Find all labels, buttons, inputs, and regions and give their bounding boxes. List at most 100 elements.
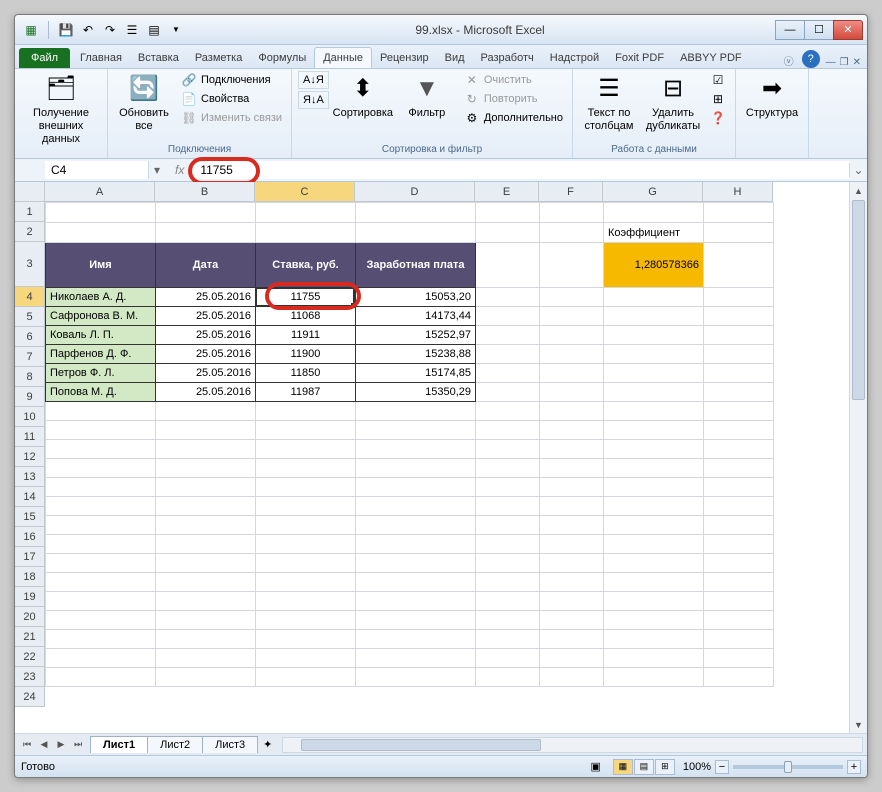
row-header-6[interactable]: 6	[15, 327, 45, 347]
row-header-15[interactable]: 15	[15, 507, 45, 527]
sub-close-icon[interactable]: ✕	[853, 57, 861, 68]
cell-salary[interactable]: 14173,44	[356, 307, 476, 326]
header-salary[interactable]: Заработная плата	[356, 243, 476, 288]
tab-developer[interactable]: Разработч	[473, 48, 542, 68]
outline-button[interactable]: ➡ Структура	[742, 71, 802, 122]
cell-rate[interactable]: 11987	[256, 383, 356, 402]
row-header-12[interactable]: 12	[15, 447, 45, 467]
tab-abbyy[interactable]: ABBYY PDF	[672, 48, 750, 68]
cell-name[interactable]: Сафронова В. М.	[46, 307, 156, 326]
sub-restore-icon[interactable]: ❐	[840, 57, 849, 68]
edit-links-button[interactable]: ⛓Изменить связи	[178, 109, 285, 127]
tab-view[interactable]: Вид	[437, 48, 473, 68]
cell-rate[interactable]: 11900	[256, 345, 356, 364]
scroll-up-icon[interactable]: ▲	[850, 182, 867, 199]
row-header-21[interactable]: 21	[15, 627, 45, 647]
fx-icon[interactable]: fx	[169, 163, 190, 177]
sort-za-button[interactable]: Я↓А	[298, 91, 329, 109]
header-name[interactable]: Имя	[46, 243, 156, 288]
cell-rate[interactable]: 11911	[256, 326, 356, 345]
page-break-view-button[interactable]: ⊞	[655, 759, 675, 775]
sheet-prev-icon[interactable]: ◀	[36, 739, 52, 750]
sheet-last-icon[interactable]: ⏭	[70, 739, 86, 750]
row-header-5[interactable]: 5	[15, 307, 45, 327]
col-header-G[interactable]: G	[603, 182, 703, 202]
ribbon-collapse-icon[interactable]: ⓥ	[784, 53, 794, 68]
col-header-A[interactable]: A	[45, 182, 155, 202]
minimize-button[interactable]: —	[775, 20, 805, 40]
cell-salary[interactable]: 15238,88	[356, 345, 476, 364]
cell-date[interactable]: 25.05.2016	[156, 383, 256, 402]
redo-icon[interactable]: ↷	[102, 22, 118, 38]
sub-min-icon[interactable]: —	[826, 57, 836, 68]
macro-icon[interactable]: ▣	[590, 760, 600, 773]
name-box[interactable]: C4	[45, 161, 149, 179]
cell-rate[interactable]: 11850	[256, 364, 356, 383]
header-date[interactable]: Дата	[156, 243, 256, 288]
tab-foxit[interactable]: Foxit PDF	[607, 48, 672, 68]
file-tab[interactable]: Файл	[19, 48, 70, 68]
save-icon[interactable]: 💾	[58, 22, 74, 38]
row-header-4[interactable]: 4	[15, 287, 45, 307]
tab-layout[interactable]: Разметка	[187, 48, 251, 68]
qat-icon-2[interactable]: ▤	[146, 22, 162, 38]
undo-icon[interactable]: ↶	[80, 22, 96, 38]
zoom-in-button[interactable]: +	[847, 760, 861, 774]
get-external-data-button[interactable]: 🗂 Получение внешних данных	[21, 71, 101, 149]
horizontal-scrollbar[interactable]	[282, 737, 863, 753]
expand-formula-bar-icon[interactable]: ⌄	[849, 163, 867, 177]
zoom-slider[interactable]	[733, 765, 843, 769]
sort-button[interactable]: ⬍ Сортировка	[333, 71, 393, 122]
clear-filter-button[interactable]: ✕Очистить	[461, 71, 566, 89]
page-layout-view-button[interactable]: ▤	[634, 759, 654, 775]
name-box-dropdown-icon[interactable]: ▾	[149, 163, 165, 177]
qat-dropdown-icon[interactable]: ▼	[168, 22, 184, 38]
cell-date[interactable]: 25.05.2016	[156, 345, 256, 364]
row-header-9[interactable]: 9	[15, 387, 45, 407]
row-header-1[interactable]: 1	[15, 202, 45, 222]
tab-data[interactable]: Данные	[314, 47, 372, 68]
consolidate-button[interactable]: ⊞	[707, 90, 729, 108]
add-sheet-icon[interactable]: ✦	[257, 738, 278, 751]
refresh-all-button[interactable]: 🔄 Обновить все	[114, 71, 174, 135]
row-header-18[interactable]: 18	[15, 567, 45, 587]
coefficient-label[interactable]: Коэффициент	[604, 223, 704, 243]
cell-name[interactable]: Петров Ф. Л.	[46, 364, 156, 383]
row-header-23[interactable]: 23	[15, 667, 45, 687]
cell-name[interactable]: Попова М. Д.	[46, 383, 156, 402]
filter-button[interactable]: ▼ Фильтр	[397, 71, 457, 122]
zoom-out-button[interactable]: −	[715, 760, 729, 774]
row-header-24[interactable]: 24	[15, 687, 45, 707]
connections-button[interactable]: 🔗Подключения	[178, 71, 285, 89]
col-header-E[interactable]: E	[475, 182, 539, 202]
scroll-down-icon[interactable]: ▼	[850, 716, 867, 733]
row-header-10[interactable]: 10	[15, 407, 45, 427]
cell-date[interactable]: 25.05.2016	[156, 364, 256, 383]
row-header-14[interactable]: 14	[15, 487, 45, 507]
text-to-columns-button[interactable]: ☰ Текст по столбцам	[579, 71, 639, 135]
col-header-D[interactable]: D	[355, 182, 475, 202]
col-header-F[interactable]: F	[539, 182, 603, 202]
row-header-20[interactable]: 20	[15, 607, 45, 627]
row-header-8[interactable]: 8	[15, 367, 45, 387]
cell-name[interactable]: Парфенов Д. Ф.	[46, 345, 156, 364]
cell-name[interactable]: Николаев А. Д.	[46, 288, 156, 307]
row-header-7[interactable]: 7	[15, 347, 45, 367]
select-all-corner[interactable]	[15, 182, 45, 202]
row-header-13[interactable]: 13	[15, 467, 45, 487]
sort-az-button[interactable]: А↓Я	[298, 71, 329, 89]
row-header-19[interactable]: 19	[15, 587, 45, 607]
row-header-22[interactable]: 22	[15, 647, 45, 667]
row-header-11[interactable]: 11	[15, 427, 45, 447]
col-header-H[interactable]: H	[703, 182, 773, 202]
cell-rate[interactable]: 11755	[256, 288, 356, 307]
tab-insert[interactable]: Вставка	[130, 48, 187, 68]
tab-formulas[interactable]: Формулы	[250, 48, 314, 68]
sheet-next-icon[interactable]: ▶	[53, 739, 69, 750]
cell-salary[interactable]: 15053,20	[356, 288, 476, 307]
cell-salary[interactable]: 15252,97	[356, 326, 476, 345]
tab-home[interactable]: Главная	[72, 48, 130, 68]
cell-rate[interactable]: 11068	[256, 307, 356, 326]
tab-addins[interactable]: Надстрой	[542, 48, 607, 68]
col-header-C[interactable]: C	[255, 182, 355, 202]
